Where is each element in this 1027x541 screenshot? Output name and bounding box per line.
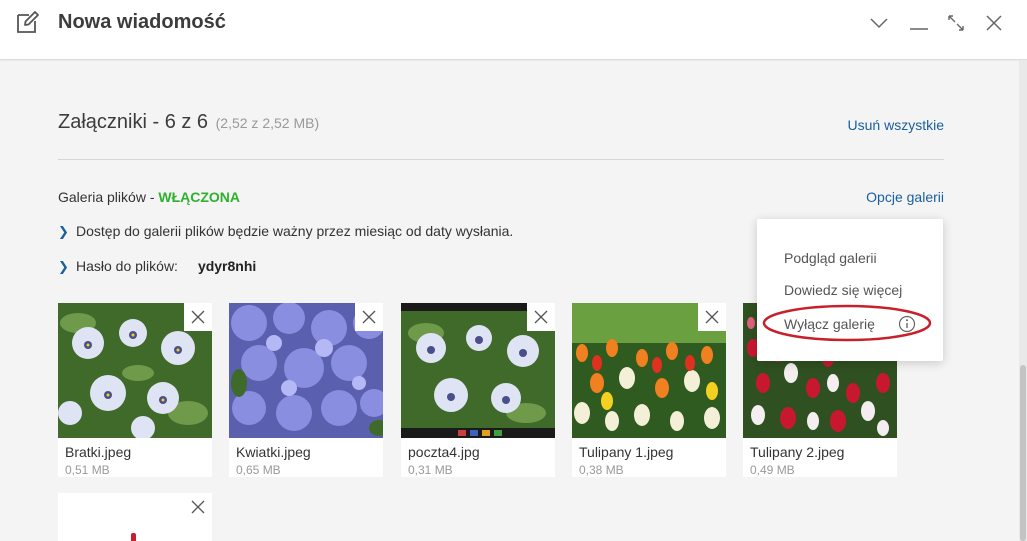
attachments-header: Załączniki - 6 z 6 (2,52 z 2,52 MB) [58,111,319,134]
chevron-down-icon[interactable] [868,12,890,34]
info-password-row[interactable]: ❯ Hasło do plików: ydyr8nhi [58,258,256,275]
gallery-label: Galeria plików - [58,189,155,205]
scrollbar[interactable] [1019,60,1027,541]
password-value: ydyr8nhi [197,258,257,274]
file-card[interactable] [58,493,212,541]
file-card[interactable]: Kwiatki.jpeg 0,65 MB [229,302,389,477]
minimize-icon[interactable] [908,12,930,34]
info-access-text: Dostęp do galerii plików będzie ważny pr… [76,223,514,239]
file-thumbnail [131,533,136,541]
gallery-options-link[interactable]: Opcje galerii [866,189,944,205]
scrollbar-thumb[interactable] [1020,365,1026,541]
close-icon[interactable] [983,12,1005,34]
remove-file-icon[interactable] [698,303,726,331]
file-card[interactable]: Bratki.jpeg 0,51 MB [58,301,212,477]
gallery-status: WŁĄCZONA [158,189,241,205]
file-name: poczta4.jpg [408,444,480,460]
file-name: Tulipany 2.jpeg [750,444,845,460]
file-size: 0,31 MB [408,463,453,477]
file-size: 0,49 MB [750,463,795,477]
attachments-count: Załączniki - 6 z 6 [58,111,209,133]
file-size: 0,38 MB [579,463,624,477]
remove-all-link[interactable]: Usuń wszystkie [848,117,944,133]
chevron-right-icon: ❯ [58,259,69,274]
menu-item-gallery-preview[interactable]: Podgląd galerii [784,250,877,266]
remove-file-icon[interactable] [184,303,212,331]
compose-icon [14,8,42,36]
menu-item-learn-more[interactable]: Dowiedz się więcej [784,282,902,298]
file-card[interactable]: Tulipany 1.jpeg 0,38 MB [572,303,726,477]
attachments-size: (2,52 z 2,52 MB) [215,115,320,131]
file-name: Tulipany 1.jpeg [579,444,674,460]
window-title: Nowa wiadomość [58,11,226,33]
expand-icon[interactable] [945,12,967,34]
file-size: 0,51 MB [65,463,110,477]
divider [58,159,944,160]
file-name: Kwiatki.jpeg [236,444,311,460]
gallery-options-menu: Podgląd galerii Dowiedz się więcej Wyłąc… [757,219,943,361]
attachments-panel: Załączniki - 6 z 6 (2,52 z 2,52 MB) Usuń… [0,61,1019,541]
password-label: Hasło do plików: [76,258,178,274]
gallery-status-line: Galeria plików - WŁĄCZONA [58,189,240,205]
file-card[interactable]: poczta4.jpg 0,31 MB [401,303,555,477]
remove-file-icon[interactable] [355,303,383,331]
file-name: Bratki.jpeg [65,444,132,460]
remove-file-icon[interactable] [527,303,555,331]
highlight-ellipse [762,304,932,342]
info-access-row[interactable]: ❯ Dostęp do galerii plików będzie ważny p… [58,223,513,240]
window-titlebar: Nowa wiadomość [0,0,1027,60]
file-size: 0,65 MB [236,463,281,477]
remove-file-icon[interactable] [184,493,212,521]
chevron-right-icon: ❯ [58,224,69,239]
